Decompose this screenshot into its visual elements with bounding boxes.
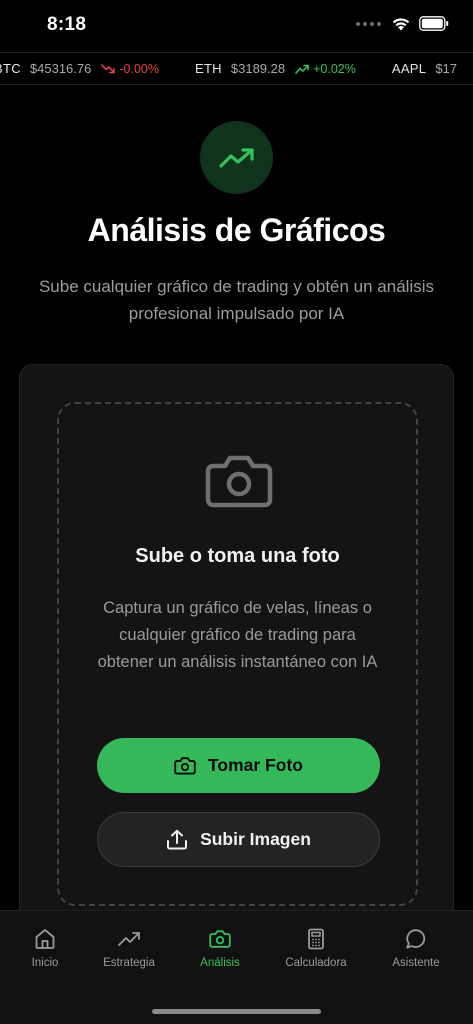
take-photo-label: Tomar Foto: [208, 755, 303, 775]
ticker-price: $3189.28: [230, 61, 286, 76]
upload-description: Captura un gráfico de velas, líneas o cu…: [97, 599, 378, 671]
home-icon: [35, 929, 55, 949]
ticker-change-value: +0.02%: [313, 61, 356, 76]
ticker-item-aapl[interactable]: AAPL $17: [392, 61, 467, 76]
camera-icon: [174, 757, 196, 775]
upload-card: Sube o toma una foto Captura un gráfico …: [19, 364, 454, 964]
ticker-symbol: AAPL: [391, 61, 427, 76]
trending-up-icon: [200, 121, 273, 194]
tab-label: Asistente: [392, 957, 440, 969]
tab-label: Estrategia: [103, 957, 155, 969]
upload-image-button[interactable]: Subir Imagen: [97, 812, 380, 867]
page-subtitle: Sube cualquier gráfico de trading y obté…: [38, 277, 435, 323]
ticker-change-value: -0.00%: [119, 61, 159, 76]
battery-icon: [419, 16, 449, 31]
trending-up-icon: [118, 932, 140, 946]
status-time: 8:18: [47, 14, 87, 35]
camera-icon: [209, 930, 231, 948]
page-title: Análisis de Gráficos: [87, 212, 386, 248]
calculator-icon: [308, 928, 324, 950]
signal-dots-icon: [356, 21, 381, 26]
ticker-item-btc[interactable]: BTC $45316.76 -0.00%: [0, 61, 159, 76]
tab-inicio[interactable]: Inicio: [0, 927, 92, 969]
upload-title: Sube o toma una foto: [135, 545, 340, 567]
status-icons: [356, 16, 449, 31]
ticker-change: +0.02%: [295, 62, 356, 76]
tab-estrategia[interactable]: Estrategia: [82, 927, 176, 969]
trending-down-icon: [101, 63, 116, 73]
home-indicator: [152, 1009, 321, 1014]
ticker-change: -0.00%: [101, 62, 159, 76]
tab-label: Análisis: [200, 957, 240, 969]
ticker-price: $17: [435, 61, 458, 76]
trending-up-icon: [295, 64, 309, 74]
upload-icon: [167, 829, 188, 850]
ticker-symbol: BTC: [0, 61, 21, 76]
tab-calculadora[interactable]: Calculadora: [269, 927, 363, 969]
ticker-symbol: ETH: [194, 61, 222, 76]
tab-analisis[interactable]: Análisis: [173, 927, 267, 969]
tab-asistente[interactable]: Asistente: [369, 927, 463, 969]
tab-label: Calculadora: [285, 957, 347, 969]
status-bar: 8:18: [0, 0, 473, 52]
tab-label: Inicio: [31, 957, 59, 969]
wifi-icon: [392, 18, 410, 31]
ticker-track: BTC $45316.76 -0.00% ETH $3189.28 +0.02%…: [0, 53, 473, 84]
ticker-price: $45316.76: [29, 61, 92, 76]
price-ticker: BTC $45316.76 -0.00% ETH $3189.28 +0.02%…: [0, 52, 473, 85]
upload-dropzone[interactable]: Sube o toma una foto Captura un gráfico …: [57, 402, 418, 906]
ticker-item-eth[interactable]: ETH $3189.28 +0.02%: [195, 61, 356, 76]
chat-bubble-icon: [406, 929, 426, 949]
camera-icon: [205, 455, 273, 508]
take-photo-button[interactable]: Tomar Foto: [97, 738, 380, 793]
tab-bar: Inicio Estrategia Análisis Calculadora A…: [0, 910, 473, 1024]
upload-image-label: Subir Imagen: [200, 829, 311, 849]
